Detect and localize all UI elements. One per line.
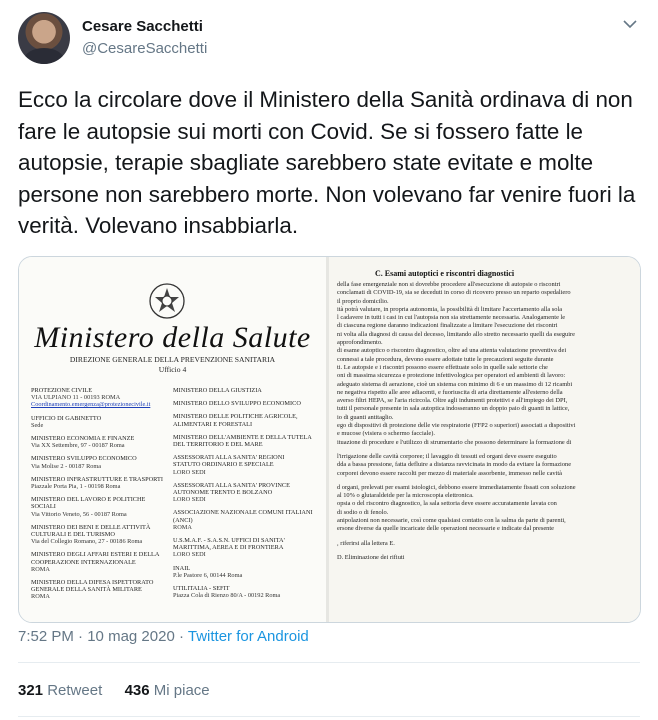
- document-line: approfondimento.: [337, 339, 383, 347]
- address-item: U.S.M.A.F. - S.A.S.N. UFFICI DI SANITA' …: [173, 537, 285, 559]
- document-page-left: Ministero della Salute DIREZIONE GENERAL…: [19, 257, 326, 622]
- document-line: di esame autoptico o riscontro diagnosti…: [337, 347, 567, 355]
- document-line: oni di massima sicurezza e protezione in…: [337, 372, 566, 380]
- document-line: averso filtri HEPA, se l'aria ricircola.…: [337, 397, 568, 405]
- document-line: l'irrigazione delle cavità corporee; il …: [337, 452, 557, 460]
- document-line: ti. Le autopsie e i riscontri possono es…: [337, 363, 548, 371]
- address-item: ASSESSORATI ALLA SANITA' REGIONI STATUTO…: [173, 454, 285, 476]
- document-line: di ciascuna regione daranno indicazioni …: [337, 322, 558, 330]
- document-line: della fase emergenziale non si dovrebbe …: [337, 281, 561, 288]
- tweet-text: Ecco la circolare dove il Ministero dell…: [18, 87, 636, 238]
- document-line: D. Eliminazione dei rifiuti: [337, 553, 405, 561]
- ufficio-label: Ufficio 4: [158, 365, 187, 374]
- divider: [18, 662, 640, 663]
- document-line: opsia o del riscontro diagnostico, la sa…: [337, 500, 557, 508]
- address-item: INAIL P.le Pastore 6, 00144 Roma: [173, 564, 243, 579]
- section-title: C. Esami autoptici e riscontri diagnosti…: [375, 269, 515, 278]
- document-line: corporei devono essere raccolti per mezz…: [337, 469, 562, 477]
- address-item: MINISTERO DELL'AMBIENTE E DELLA TUTELA D…: [173, 433, 312, 449]
- address-item: ASSESSORATI ALLA SANITA' PROVINCE AUTONO…: [173, 481, 290, 504]
- document-page-right: C. Esami autoptici e riscontri diagnosti…: [329, 257, 640, 622]
- document-line: di sodio o di fenolo.: [337, 508, 389, 516]
- tweet-time[interactable]: 7:52 PM: [18, 628, 74, 645]
- document-line: ersone diverse da quelle incaricate dell…: [337, 525, 554, 533]
- meta-separator: ·: [174, 628, 188, 645]
- address-list-left: PROTEZIONE CIVILE VIA ULPIANO 11 - 00193…: [31, 387, 171, 607]
- like-count[interactable]: 436: [125, 682, 150, 699]
- address-item: MINISTERO DEI BENI E DELLE ATTIVITÀ CULT…: [31, 523, 151, 546]
- ministry-title: Ministero della Salute: [34, 321, 311, 354]
- document-line: dda a bassa pressione, fatta defluire a …: [337, 461, 572, 469]
- direzione-label: DIREZIONE GENERALE DELLA PREVENZIONE SAN…: [69, 355, 276, 364]
- address-list-right: MINISTERO DELLA GIUSTIZIA MINISTERO DELL…: [173, 387, 313, 605]
- document-line: , riferirsi alla lettera E.: [337, 539, 395, 547]
- document-line: e mucose (visiera o schermo facciale).: [337, 430, 435, 438]
- user-handle[interactable]: @CesareSacchetti: [82, 40, 207, 57]
- document-line: anipolazioni non necessarie, così come q…: [337, 517, 566, 525]
- document-line: ne negativa rispetto alle aree adiacenti…: [337, 388, 563, 396]
- document-line: io di guanti antitaglio.: [337, 413, 394, 421]
- retweet-label[interactable]: Retweet: [47, 682, 102, 699]
- document-line: tutti il personale presente in sala auto…: [337, 405, 570, 413]
- tweet-date[interactable]: 10 mag 2020: [87, 628, 175, 645]
- divider: [18, 716, 640, 717]
- avatar[interactable]: [18, 12, 70, 64]
- address-item: MINISTERO DELLA DIFESA ISPETTORATO GENER…: [31, 579, 154, 601]
- document-line: ni volta alla diagnosi di causa del dece…: [337, 330, 575, 338]
- chevron-down-icon[interactable]: [620, 14, 640, 34]
- address-item: MINISTERO DEL LAVORO E POLITICHE SOCIALI…: [31, 496, 146, 518]
- tweet-image[interactable]: Ministero della Salute DIREZIONE GENERAL…: [18, 256, 641, 623]
- document-line: conclamati di COVID-19, sia se deceduti …: [337, 289, 571, 297]
- user-name[interactable]: Cesare Sacchetti: [82, 18, 203, 35]
- tweet-stats: 321 Retweet 436 Mi piace: [18, 682, 210, 699]
- address-item: PROTEZIONE CIVILE VIA ULPIANO 11 - 00193…: [31, 387, 171, 409]
- address-item: MINISTERO DELLA GIUSTIZIA: [173, 387, 262, 394]
- address-item: MINISTERO DEGLI AFFARI ESTERI E DELLA CO…: [31, 551, 160, 573]
- document-line: ego di dispositivi di protezione delle v…: [337, 422, 576, 430]
- email-link: Coordinamento.emergenza@protezionecivile…: [31, 401, 151, 409]
- address-item: UTILITALIA - SEFIT Piazza Cola di Rienzo …: [173, 585, 281, 600]
- address-item: UFFICIO DI GABINETTO Sede: [31, 414, 102, 429]
- address-item: MINISTERO DELLO SVILUPPO ECONOMICO: [173, 400, 301, 408]
- tweet-metadata: 7:52 PM · 10 mag 2020 · Twitter for Andr…: [18, 628, 309, 645]
- italian-republic-emblem-icon: [149, 283, 185, 319]
- address-item: MINISTERO SVILUPPO ECONOMICO Via Molise 2…: [31, 455, 137, 470]
- document-line: il proprio domicilio.: [337, 297, 389, 305]
- address-item: ASSOCIAZIONE NAZIONALE COMUNI ITALIANI (…: [173, 509, 313, 531]
- document-line: ituazione di procedure e l'utilizzo di s…: [337, 438, 572, 446]
- address-item: MINISTERO DELLE POLITICHE AGRICOLE, ALIM…: [173, 413, 298, 428]
- document-line: l cadavere in tutti i casi in cui l'auto…: [337, 314, 566, 322]
- retweet-count[interactable]: 321: [18, 682, 43, 699]
- section-body: della fase emergenziale non si dovrebbe …: [337, 281, 637, 562]
- like-label[interactable]: Mi piace: [154, 682, 210, 699]
- document-line: connessi a tale procedura, devono essere…: [337, 355, 554, 363]
- meta-separator: ·: [73, 628, 88, 645]
- tweet-header: Cesare Sacchetti @CesareSacchetti: [18, 12, 640, 68]
- document-line: ità potrà valutare, in propria autonomia…: [337, 305, 563, 313]
- document-line: adeguato sistema di aerazione, cioè un s…: [337, 380, 573, 388]
- document-line: al 10% o glutaraldeide per la microscopi…: [337, 492, 474, 500]
- address-item: MINISTERO ECONOMIA E FINANZE Via XX Sette…: [31, 435, 135, 450]
- tweet-source-link[interactable]: Twitter for Android: [188, 628, 309, 645]
- address-item: MINISTERO INFRASTRUTTURE E TRASPORTI Piaz…: [31, 475, 163, 491]
- document-line: d organi, prelevati per esami istologici…: [337, 483, 576, 491]
